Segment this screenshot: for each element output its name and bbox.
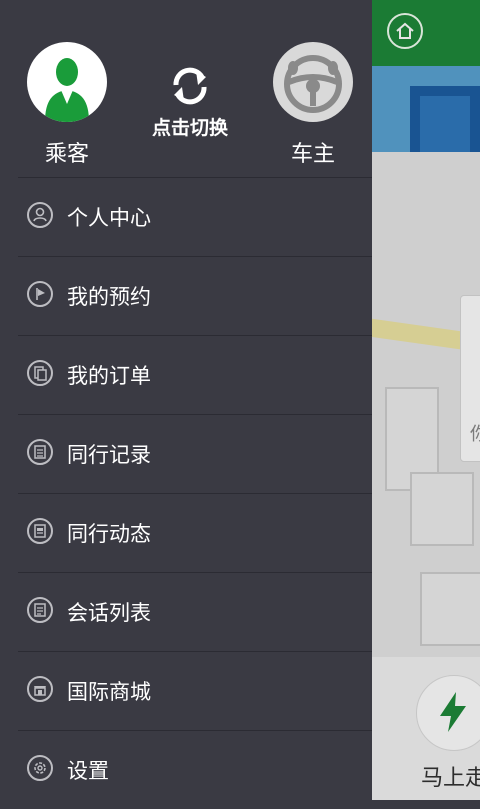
menu-item-travel-updates[interactable]: 同行动态 xyxy=(0,494,372,572)
passenger-avatar[interactable] xyxy=(27,42,107,122)
drawer-scrim[interactable] xyxy=(372,0,480,800)
chat-list-icon xyxy=(27,597,53,623)
menu-item-chat-list[interactable]: 会话列表 xyxy=(0,573,372,651)
shop-icon xyxy=(27,676,53,702)
menu-label: 我的订单 xyxy=(67,364,151,388)
passenger-label[interactable]: 乘客 xyxy=(45,136,89,168)
switch-icon[interactable] xyxy=(168,65,212,105)
settings-icon xyxy=(27,755,53,781)
menu-label: 个人中心 xyxy=(67,206,151,230)
orders-icon xyxy=(27,360,53,386)
driver-label[interactable]: 车主 xyxy=(291,136,335,168)
menu-label: 我的预约 xyxy=(67,285,151,309)
menu-item-my-orders[interactable]: 我的订单 xyxy=(0,336,372,414)
menu-item-travel-records[interactable]: 同行记录 xyxy=(0,415,372,493)
steering-wheel-icon xyxy=(284,55,342,113)
news-icon xyxy=(27,518,53,544)
menu-label: 同行动态 xyxy=(67,522,151,546)
menu-label: 会话列表 xyxy=(67,601,151,625)
menu-item-international-mall[interactable]: 国际商城 xyxy=(0,652,372,730)
passenger-icon xyxy=(45,58,89,122)
driver-avatar[interactable] xyxy=(273,42,353,122)
side-drawer: 乘客 点击切换 车主 个人中心 我的预约 我的订单 同行记录 同行动态 会话列表… xyxy=(0,0,372,800)
menu-item-personal-center[interactable]: 个人中心 xyxy=(0,178,372,256)
switch-role-label[interactable]: 点击切换 xyxy=(152,113,228,140)
menu-label: 设置 xyxy=(67,759,109,783)
menu-label: 国际商城 xyxy=(67,680,151,704)
user-icon xyxy=(27,202,53,228)
role-switch-header: 乘客 点击切换 车主 xyxy=(0,0,372,176)
flag-icon xyxy=(27,281,53,307)
menu-label: 同行记录 xyxy=(67,443,151,467)
menu-item-my-reservations[interactable]: 我的预约 xyxy=(0,257,372,335)
record-icon xyxy=(27,439,53,465)
menu-item-settings[interactable]: 设置 xyxy=(0,731,372,809)
